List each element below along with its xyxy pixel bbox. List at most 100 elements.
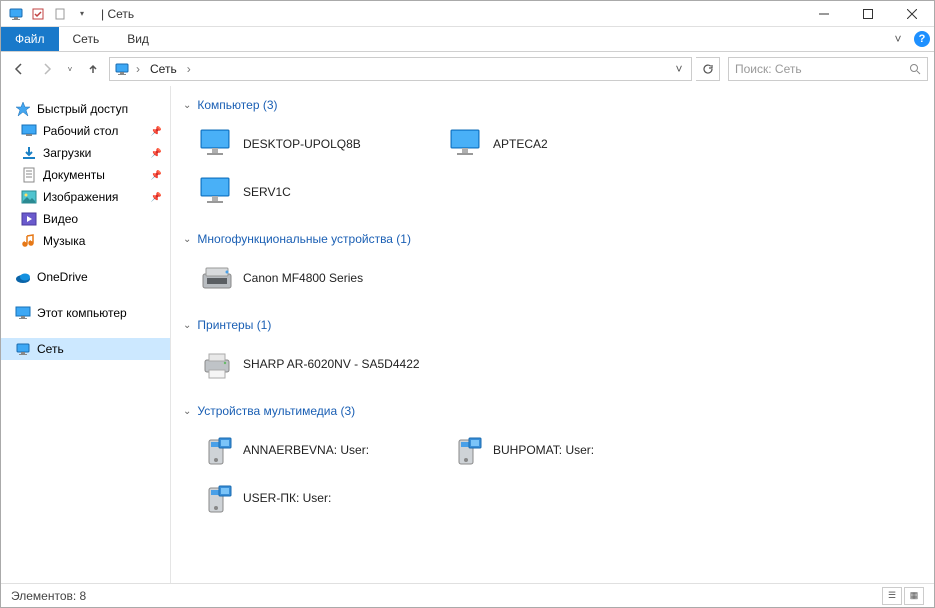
sidebar-pictures[interactable]: Изображения [1, 186, 170, 208]
forward-button[interactable] [35, 57, 59, 81]
ribbon: Файл Сеть Вид ˅ ? [1, 27, 934, 52]
window-controls [802, 1, 934, 27]
sidebar-item-label: Музыка [43, 234, 85, 248]
pictures-icon [21, 189, 37, 205]
group-header[interactable]: ⌄ Многофункциональные устройства (1) [171, 226, 934, 252]
network-item[interactable]: Canon MF4800 Series [191, 254, 441, 302]
sidebar-item-label: Рабочий стол [43, 124, 118, 138]
breadcrumb-root[interactable]: Сеть [146, 62, 181, 76]
group-title: Компьютер (3) [197, 98, 277, 112]
status-bar: Элементов: 8 ☰ ▦ [1, 583, 934, 607]
status-label: Элементов: [11, 589, 76, 603]
sidebar-item-label: Быстрый доступ [37, 102, 128, 116]
qat-properties-icon[interactable] [29, 5, 47, 23]
music-icon [21, 233, 37, 249]
sidebar-desktop[interactable]: Рабочий стол [1, 120, 170, 142]
chevron-down-icon: ⌄ [183, 320, 191, 331]
sidebar-documents[interactable]: Документы [1, 164, 170, 186]
computer-icon [199, 126, 235, 162]
sidebar-videos[interactable]: Видео [1, 208, 170, 230]
desktop-icon [21, 123, 37, 139]
star-icon [15, 101, 31, 117]
qat-dropdown-icon[interactable]: ▾ [73, 5, 91, 23]
qat-new-icon[interactable] [51, 5, 69, 23]
videos-icon [21, 211, 37, 227]
onedrive-icon [15, 269, 31, 285]
downloads-icon [21, 145, 37, 161]
help-button[interactable]: ? [910, 27, 934, 51]
documents-icon [21, 167, 37, 183]
network-item[interactable]: USER-ПК: User: [191, 474, 441, 522]
back-button[interactable] [7, 57, 31, 81]
sidebar-this-pc[interactable]: Этот компьютер [1, 302, 170, 324]
network-item[interactable]: ANNAERBEVNA: User: [191, 426, 441, 474]
item-label: USER-ПК: User: [243, 491, 331, 505]
sidebar-item-label: Этот компьютер [37, 306, 127, 320]
group-title: Принтеры (1) [197, 318, 271, 332]
media-icon [199, 432, 235, 468]
item-label: BUHPOMAT: User: [493, 443, 594, 457]
view-icons-button[interactable]: ▦ [904, 587, 924, 605]
tab-view[interactable]: Вид [113, 27, 163, 51]
sidebar-music[interactable]: Музыка [1, 230, 170, 252]
minimize-button[interactable] [802, 1, 846, 27]
quick-access-toolbar: ▾ [1, 5, 97, 23]
view-details-button[interactable]: ☰ [882, 587, 902, 605]
computer-icon [449, 126, 485, 162]
navbar: ˅ › Сеть › ˅ Поиск: Сеть [1, 52, 934, 86]
content-area: ⌄ Компьютер (3) DESKTOP-UPOLQ8B APTECA2 SERV… [171, 86, 934, 583]
window-title: | Сеть [97, 7, 134, 21]
close-button[interactable] [890, 1, 934, 27]
address-dropdown-icon[interactable]: ˅ [671, 62, 687, 76]
group-header[interactable]: ⌄Устройства мультимедиа (3) [171, 398, 934, 424]
sidebar-item-label: OneDrive [37, 270, 88, 284]
up-button[interactable] [81, 57, 105, 81]
sidebar-item-label: Изображения [43, 190, 118, 204]
view-switcher: ☰ ▦ [882, 587, 924, 605]
network-item[interactable]: DESKTOP-UPOLQ8B [191, 120, 441, 168]
group-header[interactable]: ⌄ Принтеры (1) [171, 312, 934, 338]
pc-icon [15, 305, 31, 321]
sidebar-item-label: Сеть [37, 342, 64, 356]
maximize-button[interactable] [846, 1, 890, 27]
sidebar-item-label: Документы [43, 168, 105, 182]
recent-dropdown-icon[interactable]: ˅ [63, 57, 77, 81]
mfd-icon [199, 260, 235, 296]
search-icon [909, 63, 921, 75]
media-icon [199, 480, 235, 516]
chevron-down-icon: ⌄ [183, 234, 191, 245]
breadcrumb-sep-icon[interactable]: › [134, 62, 142, 76]
sidebar-network[interactable]: Сеть [1, 338, 170, 360]
app-icon [7, 5, 25, 23]
group-title: Устройства мультимедиа (3) [197, 404, 355, 418]
group-title: Многофункциональные устройства (1) [197, 232, 411, 246]
tab-file[interactable]: Файл [1, 27, 59, 51]
sidebar-downloads[interactable]: Загрузки [1, 142, 170, 164]
item-label: APTECA2 [493, 137, 548, 151]
item-label: SHARP AR-6020NV - SA5D4422 [243, 357, 420, 371]
titlebar: ▾ | Сеть [1, 1, 934, 27]
sidebar: Быстрый доступ Рабочий стол Загрузки Док… [1, 86, 171, 583]
item-label: SERV1C [243, 185, 291, 199]
breadcrumb-sep-icon[interactable]: › [185, 62, 193, 76]
search-placeholder: Поиск: Сеть [735, 62, 802, 76]
refresh-button[interactable] [696, 57, 720, 81]
network-item[interactable]: SERV1C [191, 168, 441, 216]
item-label: Canon MF4800 Series [243, 271, 363, 285]
sidebar-onedrive[interactable]: OneDrive [1, 266, 170, 288]
network-item[interactable]: SHARP AR-6020NV - SA5D4422 [191, 340, 441, 388]
ribbon-expand-icon[interactable]: ˅ [886, 27, 910, 51]
address-bar[interactable]: › Сеть › ˅ [109, 57, 692, 81]
sidebar-item-label: Видео [43, 212, 78, 226]
network-item[interactable]: BUHPOMAT: User: [441, 426, 691, 474]
search-input[interactable]: Поиск: Сеть [728, 57, 928, 81]
chevron-down-icon: ⌄ [183, 100, 191, 111]
network-item[interactable]: APTECA2 [441, 120, 691, 168]
tab-network[interactable]: Сеть [59, 27, 114, 51]
item-label: ANNAERBEVNA: User: [243, 443, 369, 457]
computer-icon [199, 174, 235, 210]
network-icon [114, 61, 130, 77]
sidebar-quick-access[interactable]: Быстрый доступ [1, 98, 170, 120]
item-label: DESKTOP-UPOLQ8B [243, 137, 361, 151]
group-header[interactable]: ⌄ Компьютер (3) [171, 92, 934, 118]
